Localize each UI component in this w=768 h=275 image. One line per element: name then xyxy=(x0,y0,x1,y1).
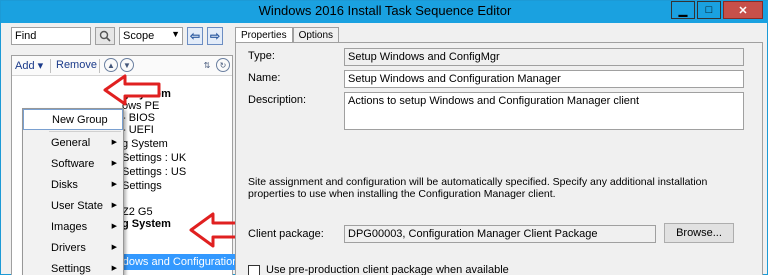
description-field[interactable]: Actions to setup Windows and Configurati… xyxy=(344,92,744,130)
menu-item-general[interactable]: General ▶ xyxy=(23,133,123,154)
menu-item-label: Disks xyxy=(51,179,78,191)
description-label: Description: xyxy=(248,94,307,106)
menu-divider xyxy=(49,131,121,132)
tree-item[interactable]: g System xyxy=(122,218,171,230)
type-field: Setup Windows and ConfigMgr xyxy=(344,48,744,66)
preprod-checkbox[interactable] xyxy=(248,265,260,275)
browse-button[interactable]: Browse... xyxy=(664,223,734,243)
window-title: Windows 2016 Install Task Sequence Edito… xyxy=(258,3,512,18)
chevron-right-icon: ▶ xyxy=(111,139,117,146)
chevron-down-icon: ▼ xyxy=(171,29,180,39)
find-input[interactable]: Find xyxy=(11,27,91,45)
info-text: Site assignment and configuration will b… xyxy=(248,176,708,200)
close-button[interactable]: ✕ xyxy=(723,1,763,19)
type-label: Type: xyxy=(248,50,275,62)
chevron-right-icon: ▶ xyxy=(111,244,117,251)
editor-window: Windows 2016 Install Task Sequence Edito… xyxy=(0,0,768,275)
annotation-arrow-icon xyxy=(103,74,161,106)
arrow-left-icon: ⇦ xyxy=(189,29,201,43)
scope-dropdown[interactable]: Scope ▼ xyxy=(119,27,183,45)
move-up-icon[interactable]: ▲ xyxy=(104,58,118,72)
menu-item-images[interactable]: Images ▶ xyxy=(23,217,123,238)
title-bar: Windows 2016 Install Task Sequence Edito… xyxy=(1,1,768,23)
minimize-button[interactable]: ▁ xyxy=(671,1,695,19)
menu-item-label: Settings xyxy=(51,263,91,275)
tab-strip: Properties Options xyxy=(235,27,340,43)
minimize-icon: ▁ xyxy=(678,4,688,17)
name-label: Name: xyxy=(248,72,281,84)
menu-item-label: Drivers xyxy=(51,242,86,254)
menu-item-disks[interactable]: Disks ▶ xyxy=(23,175,123,196)
menu-item-label: General xyxy=(51,137,91,149)
tree-item[interactable]: Settings : US xyxy=(122,166,186,178)
move-down-icon[interactable]: ▼ xyxy=(120,58,134,72)
preprod-label: Use pre-production client package when a… xyxy=(266,264,509,275)
client-package-field: DPG00003, Configuration Manager Client P… xyxy=(344,225,656,243)
tree-item[interactable]: - BIOS xyxy=(122,112,155,124)
properties-panel: Type: Setup Windows and ConfigMgr Name: … xyxy=(235,42,763,275)
maximize-icon: □ xyxy=(705,4,713,16)
maximize-button[interactable]: □ xyxy=(697,1,721,19)
menu-item-settings[interactable]: Settings ▶ xyxy=(23,259,123,275)
tree-item[interactable]: Z2 G5 xyxy=(122,206,153,218)
arrow-right-icon: ⇨ xyxy=(209,29,221,43)
menu-item-label: Software xyxy=(51,158,95,170)
add-label: Add xyxy=(15,60,35,72)
chevron-right-icon: ▶ xyxy=(111,202,117,209)
client-package-label: Client package: xyxy=(248,228,324,240)
find-previous-button[interactable]: ⇦ xyxy=(187,27,203,45)
tree-item[interactable]: - UEFI xyxy=(122,124,154,136)
menu-item-software[interactable]: Software ▶ xyxy=(23,154,123,175)
tree-item[interactable]: Settings xyxy=(122,180,162,192)
toolbar-divider xyxy=(50,59,51,73)
menu-item-label: New Group xyxy=(52,114,108,126)
refresh-icon[interactable]: ↻ xyxy=(216,58,230,72)
chevron-right-icon: ▶ xyxy=(111,223,117,230)
search-icon xyxy=(99,30,111,42)
name-field[interactable]: Setup Windows and Configuration Manager xyxy=(344,70,744,88)
menu-item-user-state[interactable]: User State ▶ xyxy=(23,196,123,217)
add-context-menu: New Group General ▶ Software ▶ Disks ▶ User… xyxy=(22,108,124,275)
chevron-right-icon: ▶ xyxy=(111,265,117,272)
remove-button[interactable]: Remove xyxy=(56,59,97,71)
add-menu-button[interactable]: Add ▾ xyxy=(15,59,43,72)
toolbar-divider xyxy=(99,59,100,73)
menu-item-new-group[interactable]: New Group xyxy=(23,109,123,130)
tree-action-icon[interactable]: ⇅ xyxy=(200,58,214,72)
scope-value: Scope xyxy=(123,30,155,42)
tree-item[interactable]: g System xyxy=(122,138,168,150)
chevron-right-icon: ▶ xyxy=(111,181,117,188)
tab-options[interactable]: Options xyxy=(292,27,340,43)
find-button[interactable] xyxy=(95,27,115,45)
chevron-right-icon: ▶ xyxy=(111,160,117,167)
menu-item-drivers[interactable]: Drivers ▶ xyxy=(23,238,123,259)
tab-properties[interactable]: Properties xyxy=(235,27,293,43)
find-next-button[interactable]: ⇨ xyxy=(207,27,223,45)
tree-item[interactable]: Settings : UK xyxy=(122,152,186,164)
close-icon: ✕ xyxy=(738,4,748,17)
menu-item-label: User State xyxy=(51,200,103,212)
menu-item-label: Images xyxy=(51,221,88,233)
